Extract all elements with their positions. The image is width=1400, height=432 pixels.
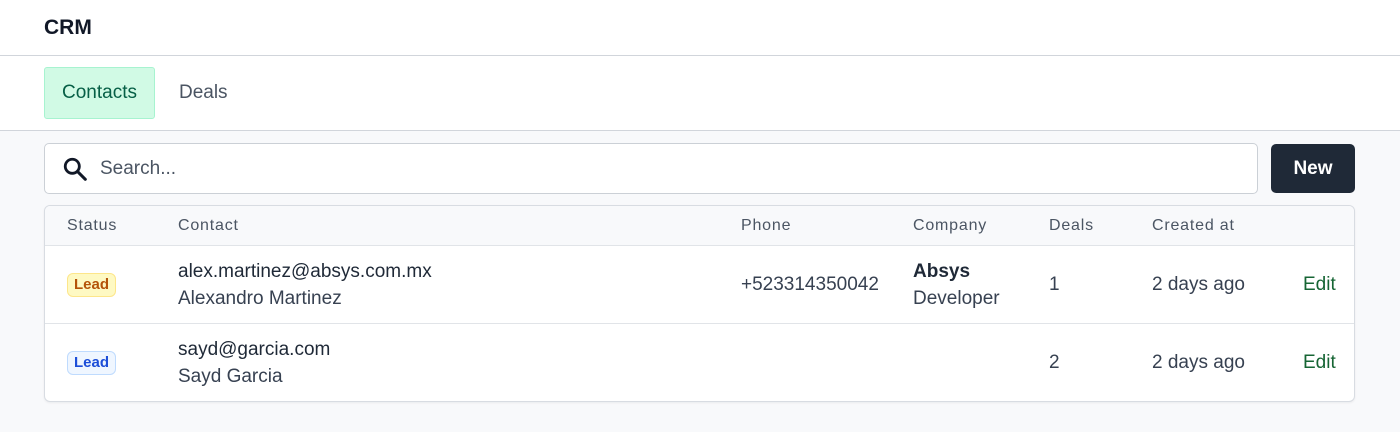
header-created-at: Created at	[1152, 217, 1235, 234]
table-header: Status Contact Phone Company Deals Creat…	[45, 206, 1354, 246]
header-deals: Deals	[1049, 217, 1094, 234]
table-row: Lead sayd@garcia.com Sayd Garcia 2 2 day…	[45, 324, 1354, 401]
actions-cell: Edit	[1303, 324, 1336, 401]
created-cell: 2 days ago	[1152, 324, 1245, 401]
company-role: Developer	[913, 288, 1000, 309]
contact-cell: sayd@garcia.com Sayd Garcia	[178, 324, 331, 401]
created-at: 2 days ago	[1152, 274, 1245, 295]
app-title: CRM	[44, 15, 92, 39]
status-badge: Lead	[67, 273, 117, 297]
company-cell: Absys Developer	[913, 246, 1000, 324]
edit-link[interactable]: Edit	[1303, 274, 1336, 296]
status-cell: Lead	[67, 246, 117, 324]
table-row: Lead alex.martinez@absys.com.mx Alexandr…	[45, 246, 1354, 324]
company-name: Absys	[913, 261, 971, 282]
deals-count: 1	[1049, 274, 1060, 295]
search-icon	[62, 156, 88, 182]
status-badge: Lead	[67, 351, 117, 375]
header-company: Company	[913, 217, 988, 234]
header-phone: Phone	[741, 217, 792, 234]
actions-cell: Edit	[1303, 246, 1336, 324]
contact-cell: alex.martinez@absys.com.mx Alexandro Mar…	[178, 246, 432, 324]
edit-link[interactable]: Edit	[1303, 352, 1336, 374]
deals-count: 2	[1049, 352, 1060, 373]
header-contact: Contact	[178, 217, 239, 234]
search-box[interactable]	[44, 143, 1258, 194]
contact-name: Sayd Garcia	[178, 366, 283, 387]
tab-bar: Contacts Deals	[0, 56, 1400, 131]
new-contact-button[interactable]: New	[1271, 144, 1355, 193]
contact-phone: +523314350042	[741, 274, 879, 295]
search-input[interactable]	[100, 157, 1200, 180]
status-cell: Lead	[67, 324, 117, 401]
header-status: Status	[67, 217, 118, 234]
tab-deals[interactable]: Deals	[161, 67, 246, 119]
deals-cell: 1	[1049, 246, 1060, 324]
phone-cell: +523314350042	[741, 246, 879, 324]
contact-name: Alexandro Martinez	[178, 288, 342, 309]
deals-cell: 2	[1049, 324, 1060, 401]
contacts-table: Status Contact Phone Company Deals Creat…	[44, 205, 1355, 402]
contact-email: alex.martinez@absys.com.mx	[178, 261, 432, 282]
created-cell: 2 days ago	[1152, 246, 1245, 324]
created-at: 2 days ago	[1152, 352, 1245, 373]
tab-contacts[interactable]: Contacts	[44, 67, 155, 119]
contact-email: sayd@garcia.com	[178, 339, 331, 360]
toolbar: New	[44, 143, 1355, 194]
top-bar: CRM	[0, 0, 1400, 56]
